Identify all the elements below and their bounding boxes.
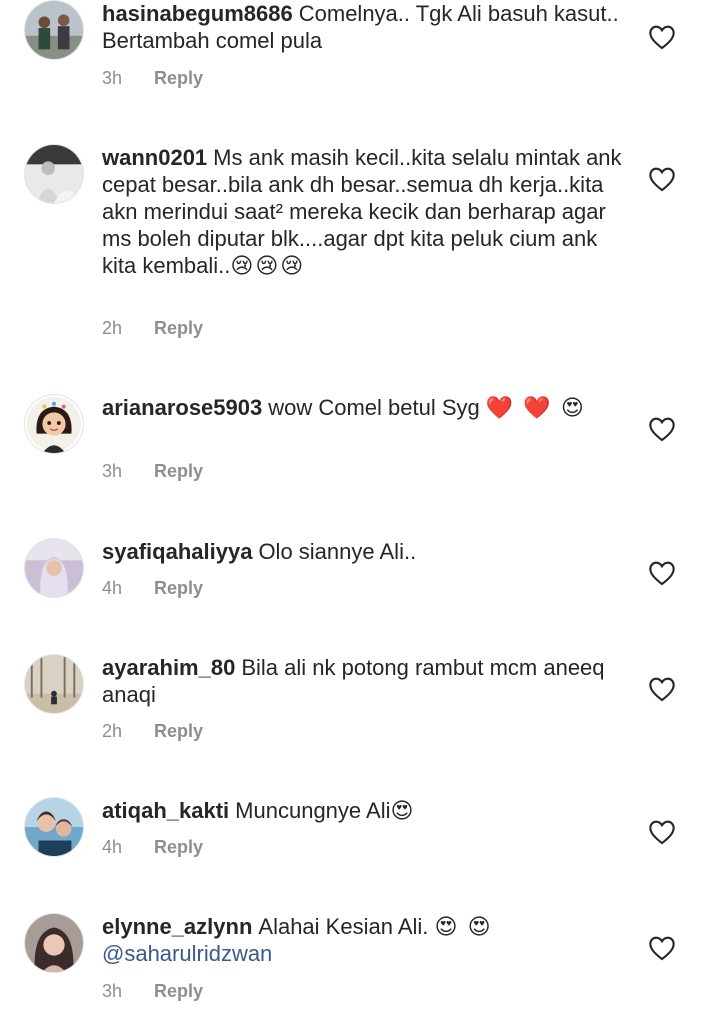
comment-time: 3h [102,461,123,481]
comment-time: 4h [102,578,123,598]
comment-username[interactable]: atiqah_kakti [102,798,229,823]
comment-username[interactable]: wann0201 [102,145,207,170]
comment-meta: 2h Reply [102,318,203,339]
heart-outline-icon[interactable] [648,416,676,442]
avatar[interactable] [24,654,84,714]
comment-meta: 2h Reply [102,721,203,742]
comment-emoji: ❤️ ❤️ 😍 [485,395,586,420]
comment-meta: 3h Reply [102,68,203,89]
avatar[interactable] [24,0,84,60]
avatar[interactable] [24,797,84,857]
heart-outline-icon[interactable] [648,935,676,961]
heart-outline-icon[interactable] [648,819,676,845]
comment-username[interactable]: syafiqahaliyya [102,539,252,564]
comment-time: 2h [102,721,123,741]
comment-emoji: 😍 [390,798,416,823]
avatar[interactable] [24,394,84,454]
comment-text: Olo siannye Ali.. [258,539,417,564]
reply-button[interactable]: Reply [154,837,203,857]
comment-body: atiqah_kakti Muncungnye Ali😍 [102,797,622,824]
comment-body: syafiqahaliyya Olo siannye Ali.. [102,538,622,565]
comment-time: 3h [102,68,123,88]
comment-mention[interactable]: @saharulridzwan [102,941,272,966]
comment-time: 4h [102,837,123,857]
avatar[interactable] [24,538,84,598]
comment-emoji: 😍 😍 [434,914,493,939]
heart-outline-icon[interactable] [648,24,676,50]
comment-time: 2h [102,318,123,338]
comment-text: Muncungnye Ali [235,798,391,823]
comment-username[interactable]: ayarahim_80 [102,655,235,680]
reply-button[interactable]: Reply [154,318,203,338]
comment-username[interactable]: elynne_azlynn [102,914,252,939]
reply-button[interactable]: Reply [154,578,203,598]
comment-meta: 3h Reply [102,461,203,482]
comment-body: ayarahim_80 Bila ali nk potong rambut mcm… [102,654,622,708]
heart-outline-icon[interactable] [648,676,676,702]
comment-emoji: 😢😢😢 [230,253,306,278]
comment-text: wow Comel betul Syg [268,395,480,420]
comment-meta: 4h Reply [102,578,203,599]
heart-outline-icon[interactable] [648,166,676,192]
reply-button[interactable]: Reply [154,981,203,1001]
comment-meta: 4h Reply [102,837,203,858]
avatar[interactable] [24,144,84,204]
comment-body: arianarose5903 wow Comel betul Syg ❤️ ❤️ … [102,394,622,421]
reply-button[interactable]: Reply [154,721,203,741]
comment-body: hasinabegum8686 Comelnya.. Tgk Ali basuh … [102,0,622,54]
heart-outline-icon[interactable] [648,560,676,586]
avatar[interactable] [24,913,84,973]
comment-meta: 3h Reply [102,981,203,1002]
comment-username[interactable]: arianarose5903 [102,395,262,420]
comment-time: 3h [102,981,123,1001]
comment-body: wann0201 Ms ank masih kecil..kita selalu … [102,144,622,279]
reply-button[interactable]: Reply [154,461,203,481]
comment-text: Alahai Kesian Ali. [258,914,429,939]
comment-username[interactable]: hasinabegum8686 [102,1,293,26]
reply-button[interactable]: Reply [154,68,203,88]
comment-body: elynne_azlynn Alahai Kesian Ali. 😍 😍 @saha… [102,913,622,967]
